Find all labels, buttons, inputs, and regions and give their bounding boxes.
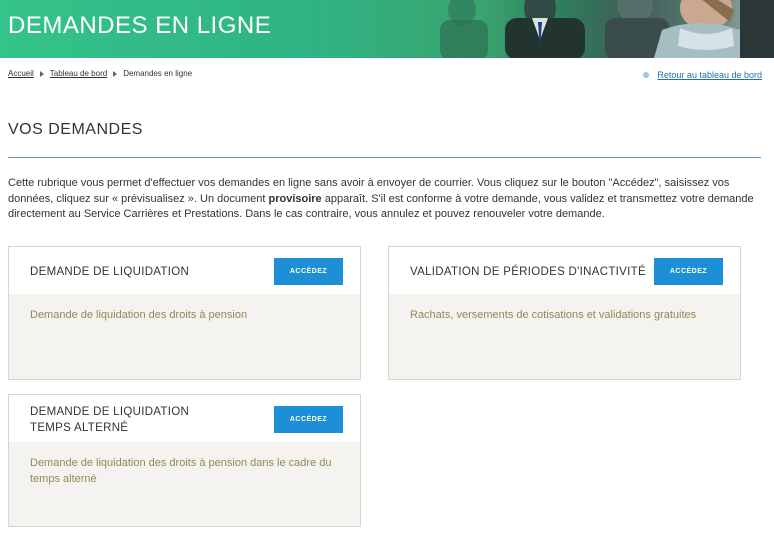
page-banner: DEMANDES EN LIGNE [0, 0, 774, 58]
breadcrumb-current: Demandes en ligne [123, 69, 193, 78]
breadcrumb-home-link[interactable]: Accueil [8, 69, 34, 78]
bullet-icon [643, 72, 650, 78]
intro-text: Cette rubrique vous permet d'effectuer v… [8, 176, 766, 223]
section-divider [8, 157, 761, 158]
card-body: Rachats, versements de cotisations et va… [389, 294, 740, 379]
card-header: DEMANDE DE LIQUIDATION ACCÉDEZ [9, 247, 360, 294]
card-validation-periodes: VALIDATION DE PÉRIODES D'INACTIVITÉ ACCÉ… [388, 246, 741, 380]
card-body: Demande de liquidation des droits à pens… [9, 294, 360, 379]
breadcrumb-dashboard-link[interactable]: Tableau de bord [50, 69, 107, 78]
breadcrumb: Accueil Tableau de bord Demandes en lign… [8, 69, 192, 78]
card-liquidation-temps-alterne: DEMANDE DE LIQUIDATION TEMPS ALTERNÉ ACC… [8, 394, 361, 527]
accedez-button[interactable]: ACCÉDEZ [274, 258, 343, 285]
card-body: Demande de liquidation des droits à pens… [9, 442, 360, 526]
card-title: DEMANDE DE LIQUIDATION TEMPS ALTERNÉ [30, 406, 190, 434]
page-title: DEMANDES EN LIGNE [8, 12, 272, 39]
intro-bold: provisoire [268, 192, 322, 205]
card-header: VALIDATION DE PÉRIODES D'INACTIVITÉ ACCÉ… [389, 247, 740, 294]
card-description: Demande de liquidation des droits à pens… [30, 309, 248, 321]
breadcrumb-arrow-icon [113, 70, 118, 77]
breadcrumb-arrow-icon [39, 70, 44, 77]
card-header: DEMANDE DE LIQUIDATION TEMPS ALTERNÉ ACC… [9, 395, 360, 442]
section-title: VOS DEMANDES [8, 121, 143, 138]
accedez-button[interactable]: ACCÉDEZ [274, 406, 343, 433]
card-description: Rachats, versements de cotisations et va… [410, 309, 697, 321]
card-description: Demande de liquidation des droits à pens… [30, 457, 332, 485]
banner-photo [440, 0, 774, 58]
accedez-button[interactable]: ACCÉDEZ [654, 258, 723, 285]
back-to-dashboard-link[interactable]: Retour au tableau de bord [643, 70, 762, 80]
card-demande-liquidation: DEMANDE DE LIQUIDATION ACCÉDEZ Demande d… [8, 246, 361, 380]
card-title: DEMANDE DE LIQUIDATION [30, 266, 190, 278]
back-to-dashboard-label: Retour au tableau de bord [657, 70, 762, 80]
card-title: VALIDATION DE PÉRIODES D'INACTIVITÉ [410, 266, 646, 278]
